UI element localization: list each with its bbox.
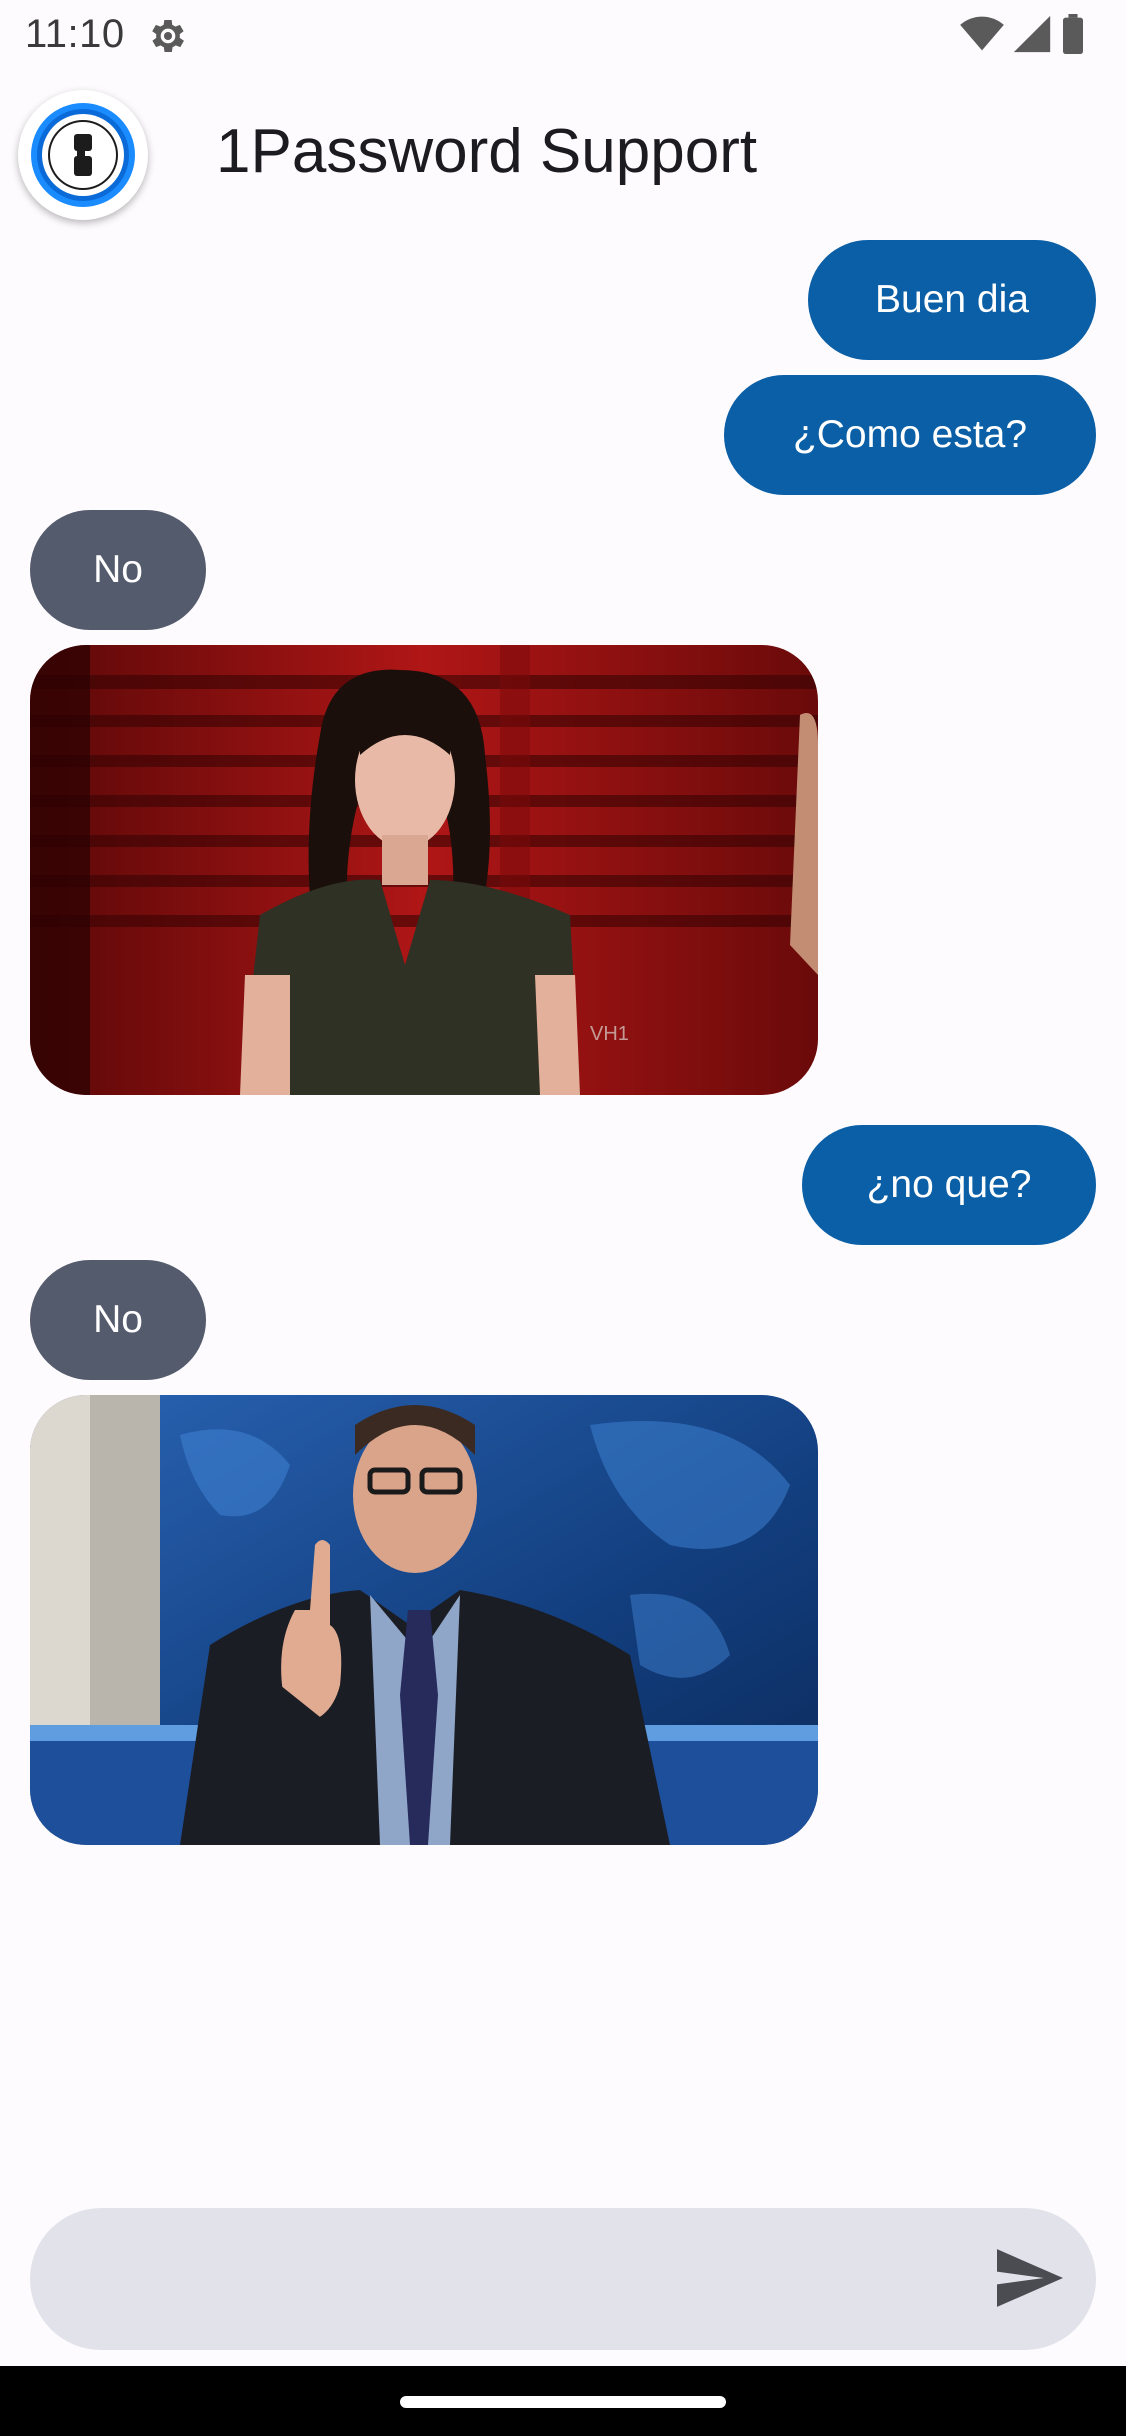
1password-logo-icon[interactable] — [18, 90, 148, 220]
message-text: ¿no que? — [866, 1163, 1032, 1206]
message-text: No — [93, 1298, 143, 1341]
chat-header: 1Password Support — [0, 80, 1126, 230]
message-bubble-incoming: No — [30, 1260, 206, 1380]
cell-signal-icon — [1012, 14, 1052, 59]
message-bubble-outgoing: ¿no que? — [802, 1125, 1096, 1245]
message-text: No — [93, 548, 143, 591]
message-bubble-outgoing: Buen dia — [808, 240, 1096, 360]
system-navigation-bar — [0, 2366, 1126, 2436]
send-button[interactable] — [994, 2244, 1066, 2316]
battery-icon — [1060, 13, 1086, 59]
message-input[interactable] — [70, 2208, 974, 2352]
status-icons — [960, 13, 1086, 59]
message-text: Buen dia — [875, 278, 1029, 321]
chat-title: 1Password Support — [216, 117, 758, 186]
settings-gear-icon — [146, 14, 190, 58]
message-composer — [30, 2208, 1096, 2352]
wifi-icon — [960, 14, 1004, 59]
message-bubble-incoming: No — [30, 510, 206, 630]
gif-message[interactable]: VH1 — [30, 645, 818, 1095]
message-bubble-outgoing: ¿Como esta? — [724, 375, 1096, 495]
send-icon — [997, 2248, 1063, 2312]
gif-watermark: VH1 — [590, 1023, 629, 1045]
message-text: ¿Como esta? — [792, 413, 1028, 456]
gif-message[interactable] — [30, 1395, 818, 1845]
home-indicator[interactable] — [400, 2396, 726, 2408]
status-time: 11:10 — [25, 12, 125, 56]
status-bar: 11:10 — [0, 0, 1126, 70]
